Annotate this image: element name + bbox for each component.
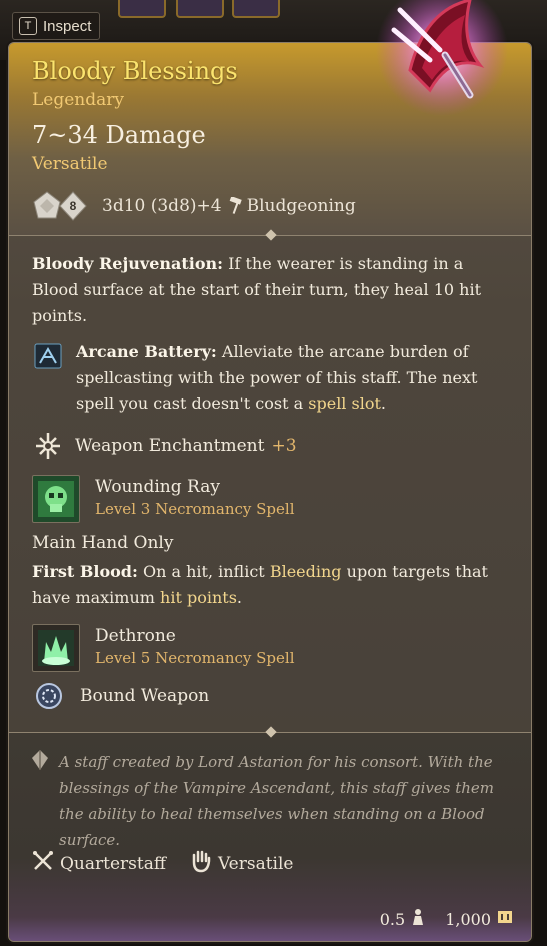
die-label: 8 [69, 199, 77, 213]
damage-type: Bludgeoning [246, 196, 356, 216]
spell-dethrone[interactable]: Dethrone Level 5 Necromancy Spell [32, 624, 295, 672]
dethrone-icon [32, 624, 80, 672]
bound-weapon: Bound Weapon [34, 681, 209, 711]
passive-text: On a hit, inflict [142, 562, 265, 581]
passive-title: First Blood: [32, 562, 138, 581]
gold-coin-icon [497, 909, 513, 929]
passive-text-end: . [236, 588, 242, 607]
property-label: Versatile [217, 853, 294, 874]
arcane-battery-icon [32, 341, 68, 371]
spell-name: Dethrone [95, 626, 176, 646]
spell-name: Wounding Ray [95, 477, 220, 497]
weight-icon [411, 908, 425, 930]
enchant-value: +3 [271, 436, 297, 456]
passive-arcane-battery: Arcane Battery: Alleviate the arcane bur… [32, 339, 508, 417]
passive-bloody-rejuvenation: Bloody Rejuvenation: If the wearer is st… [32, 251, 502, 329]
item-tooltip: Bloody Blessings Legendary 7~34 Damage V… [8, 42, 532, 942]
glowing-staff-head-icon [370, 0, 520, 120]
header-divider [9, 235, 531, 236]
spell-school: Level 3 Necromancy Spell [95, 500, 295, 518]
spell-school: Level 5 Necromancy Spell [95, 649, 295, 667]
main-hand-label: Main Hand Only [32, 533, 174, 553]
enchant-label: Weapon Enchantment [75, 436, 265, 456]
item-weight: 0.5 [379, 909, 406, 929]
flavor-icon [31, 749, 49, 775]
dice-formula: 3d10 (3d8)+4 [102, 196, 222, 216]
hotbar-slot[interactable] [118, 0, 166, 18]
hammer-icon [228, 197, 244, 215]
passive-title: Arcane Battery: [76, 342, 217, 361]
inspect-key: T [19, 17, 37, 35]
bound-weapon-label: Bound Weapon [80, 686, 210, 706]
inspect-label: Inspect [43, 17, 92, 35]
hit-points-link[interactable]: hit points [160, 588, 237, 607]
bleeding-link[interactable]: Bleeding [270, 562, 342, 581]
item-rarity: Legendary [32, 90, 124, 110]
passive-title: Bloody Rejuvenation: [32, 254, 224, 273]
item-property-subtitle: Versatile [32, 154, 108, 174]
weapon-enchantment: Weapon Enchantment +3 [32, 431, 297, 461]
inspect-hint[interactable]: T Inspect [12, 12, 101, 40]
description-section: A staff created by Lord Astarion for his… [9, 732, 531, 941]
spell-slot-link[interactable]: spell slot [308, 394, 381, 413]
item-price: 1,000 [445, 909, 491, 929]
weapon-properties: Quarterstaff Versatile [32, 849, 293, 878]
item-footer: 0.5 1,000 [380, 908, 513, 930]
item-damage: 7~34 Damage [32, 121, 206, 149]
main-hand-first-blood: First Blood: On a hit, inflict Bleeding … [32, 559, 502, 611]
flavor-text: A staff created by Lord Astarion for his… [59, 753, 494, 849]
wounding-ray-icon [32, 475, 80, 523]
weapon-enchantment-icon [32, 431, 66, 461]
bound-weapon-icon [34, 681, 66, 711]
property-label: Quarterstaff [60, 853, 166, 874]
passive-body: Arcane Battery: Alleviate the arcane bur… [76, 339, 516, 417]
hotbar-slot[interactable] [176, 0, 224, 18]
hotbar-slot[interactable] [232, 0, 280, 18]
item-name: Bloody Blessings [32, 57, 238, 85]
versatile-hand-icon [190, 849, 212, 878]
spell-wounding-ray[interactable]: Wounding Ray Level 3 Necromancy Spell [32, 475, 295, 523]
dice-row: 8 3d10 (3d8)+4 Bludgeoning [32, 189, 356, 223]
quarterstaff-icon [32, 850, 54, 877]
passive-text-end: . [380, 394, 386, 413]
d8-die-icon: 8 [58, 191, 88, 221]
